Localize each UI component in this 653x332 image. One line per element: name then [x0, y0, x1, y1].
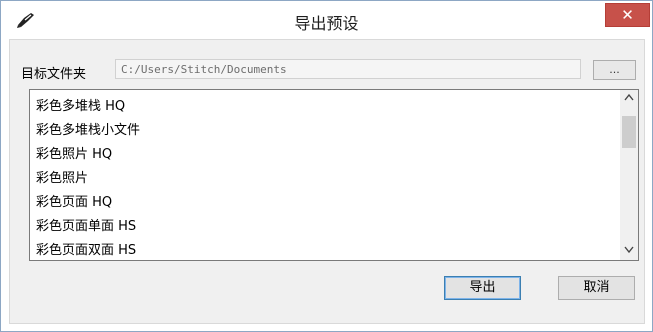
preset-list-scrollbar[interactable]	[620, 90, 638, 260]
export-button[interactable]: 导出	[444, 276, 521, 300]
list-item[interactable]: 彩色页面单面 HS	[36, 215, 136, 234]
preset-list[interactable]: 彩色多堆栈 HQ 彩色多堆栈小文件 彩色照片 HQ 彩色照片 彩色页面 HQ 彩…	[29, 89, 639, 261]
title-bar[interactable]: 导出预设 ✕	[1, 1, 652, 39]
list-item[interactable]: 彩色页面双面 HS	[36, 239, 136, 258]
target-folder-path-field[interactable]: C:/Users/Stitch/Documents	[115, 59, 581, 79]
scroll-up-icon[interactable]	[620, 90, 638, 107]
list-item[interactable]: 彩色照片 HQ	[36, 143, 112, 162]
cancel-button[interactable]: 取消	[558, 276, 635, 300]
scrollbar-thumb[interactable]	[622, 116, 636, 148]
scroll-down-icon[interactable]	[620, 243, 638, 260]
browse-button[interactable]: ...	[593, 60, 636, 80]
window-title: 导出预设	[294, 14, 359, 33]
target-folder-label: 目标文件夹	[21, 67, 87, 82]
close-button[interactable]: ✕	[605, 3, 650, 27]
list-item[interactable]: 彩色照片	[36, 167, 88, 186]
list-item[interactable]: 彩色多堆栈小文件	[36, 119, 140, 138]
list-item[interactable]: 彩色页面 HQ	[36, 191, 112, 210]
close-icon: ✕	[621, 6, 634, 24]
list-item[interactable]: 彩色多堆栈 HQ	[36, 95, 125, 114]
